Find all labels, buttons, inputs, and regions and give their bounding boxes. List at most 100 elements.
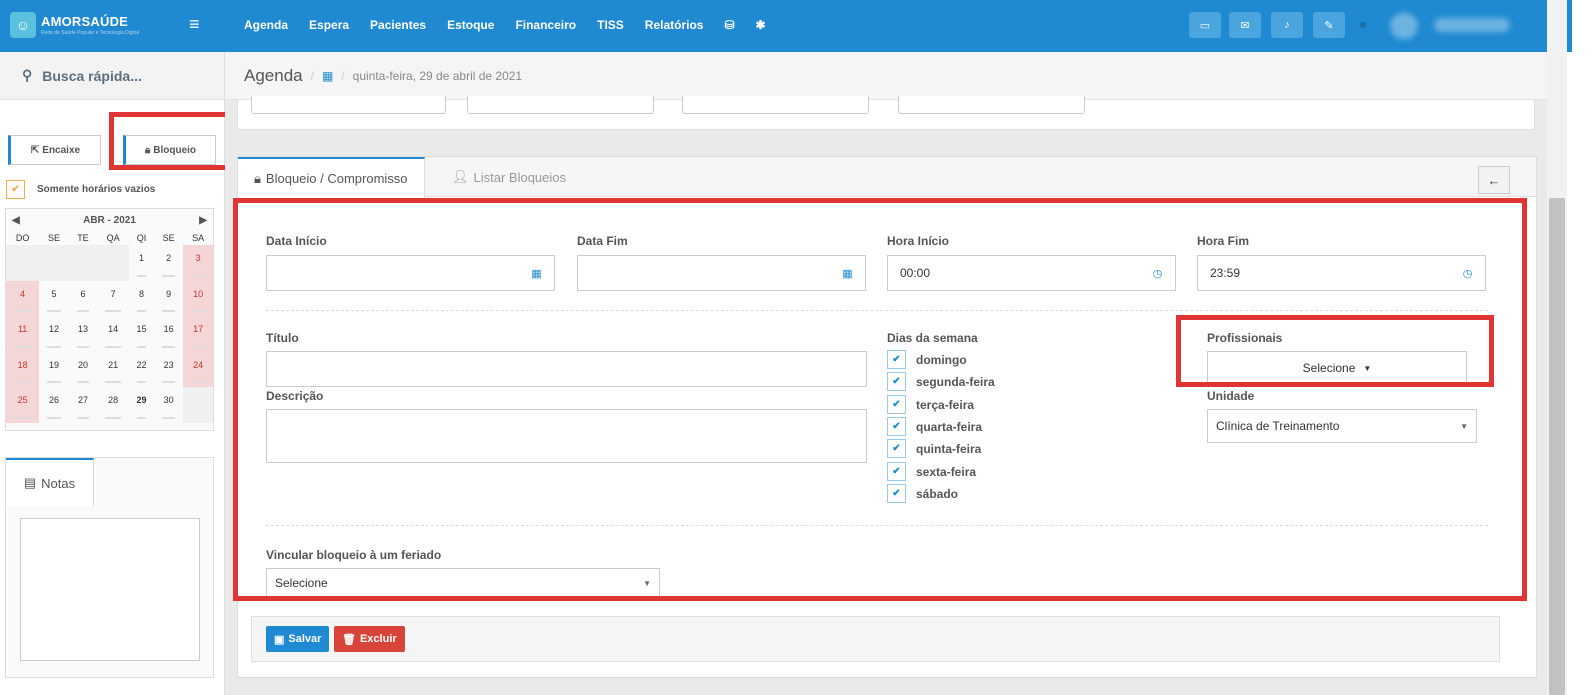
page-title: Agenda — [244, 65, 303, 85]
tab-listar-bloqueios[interactable]: 👤︎ Listar Bloqueios — [436, 157, 582, 197]
calendar-day[interactable]: 23 — [154, 352, 184, 388]
chat-icon[interactable]: ✎ — [1313, 12, 1345, 38]
filter-select-1[interactable] — [251, 96, 446, 114]
breadcrumb-separator: / — [341, 68, 345, 83]
breadcrumb-separator: / — [310, 68, 314, 83]
inbox-icon[interactable]: ▭ — [1189, 12, 1221, 38]
filters-card — [237, 96, 1535, 130]
back-button[interactable]: ← — [1478, 166, 1510, 194]
calendar-day[interactable]: 9 — [154, 281, 184, 317]
calendar-day[interactable]: 1 — [129, 245, 154, 281]
notes-panel: ▤ Notas — [5, 457, 214, 678]
calendar-day[interactable]: 28 — [97, 387, 129, 423]
tab-bloqueio-compromisso[interactable]: 🔒︎ Bloqueio / Compromisso — [238, 157, 425, 198]
nav-financeiro[interactable]: Financeiro — [515, 18, 576, 32]
encaixe-label: Encaixe — [42, 144, 81, 156]
calendar-day[interactable]: 29 — [129, 387, 154, 423]
scrollbar-thumb[interactable] — [1549, 198, 1565, 695]
brand-logo[interactable]: ☺ AMORSAÚDE Rede de Saúde Popular e Tecn… — [10, 12, 139, 38]
nav-pacientes[interactable]: Pacientes — [370, 18, 426, 32]
encaixe-button[interactable]: ⇱ Encaixe — [8, 135, 101, 165]
hamburger-menu-icon[interactable]: ≡ — [189, 15, 200, 33]
search-icon: ⚲ — [22, 67, 33, 83]
floppy-icon: ▣ — [274, 633, 285, 646]
next-month-icon[interactable]: ▶ — [199, 215, 207, 226]
empty-slots-label: Somente horários vazios — [37, 184, 156, 195]
quick-search[interactable]: ⚲ Busca rápida... — [0, 52, 224, 100]
calendar-icon: ▦ — [321, 68, 334, 83]
mail-icon[interactable]: ✉ — [1229, 12, 1261, 38]
calendar-day[interactable]: 7 — [97, 281, 129, 317]
nav-relatorios[interactable]: Relatórios — [645, 18, 704, 32]
breadcrumb: Agenda / ▦ / quinta-feira, 29 de abril d… — [225, 52, 1547, 100]
calendar-day[interactable]: 25 — [6, 387, 40, 423]
calendar-day[interactable]: 2 — [154, 245, 184, 281]
weekday-header: SA — [192, 233, 205, 243]
form-actions: ▣ Salvar 🗑︎ Excluir — [251, 616, 1500, 662]
nav-estoque[interactable]: Estoque — [447, 18, 494, 32]
calendar-day[interactable]: 16 — [154, 316, 184, 352]
calendar-day[interactable]: 5 — [39, 281, 69, 317]
calendar-grid: DO SE TE QA QI SE SA 1 2 3 4 5 6 7 8 9 10 11 12 13 14 15 16 17… — [6, 231, 213, 423]
calendar-header: ◀ ABR - 2021 ▶ — [6, 209, 213, 231]
calendar-day[interactable]: 22 — [129, 352, 154, 388]
calendar-day[interactable]: 3 — [183, 245, 213, 281]
calendar-day[interactable]: 21 — [97, 352, 129, 388]
file-icon: ▤ — [23, 475, 37, 490]
bell-icon[interactable]: ♪ — [1271, 12, 1303, 38]
calendar-day[interactable]: 12 — [39, 316, 69, 352]
status-dot — [1360, 22, 1366, 28]
avatar[interactable] — [1390, 13, 1418, 39]
calendar-day[interactable]: 11 — [6, 316, 40, 352]
save-button[interactable]: ▣ Salvar — [266, 626, 330, 652]
prev-month-icon[interactable]: ◀ — [12, 215, 20, 226]
weekday-header: TE — [77, 233, 89, 243]
logo-icon: ☺ — [10, 12, 36, 38]
delete-button[interactable]: 🗑︎ Excluir — [334, 626, 405, 652]
user-icon: 👤︎ — [452, 169, 469, 184]
filter-select-4[interactable] — [898, 96, 1085, 114]
calendar-day[interactable]: 27 — [69, 387, 97, 423]
empty-slots-checkbox[interactable]: ✔ — [6, 180, 25, 199]
calendar-day[interactable]: 26 — [39, 387, 69, 423]
weekday-header: QI — [136, 233, 147, 243]
filter-select-3[interactable] — [682, 96, 869, 114]
calendar-day[interactable]: 18 — [6, 351, 40, 387]
brand-name: AMORSAÚDE — [41, 14, 129, 29]
calendar-day[interactable]: 4 — [6, 280, 40, 316]
nav-espera[interactable]: Espera — [309, 18, 349, 32]
nav-tiss[interactable]: TISS — [597, 18, 624, 32]
mini-calendar: ◀ ABR - 2021 ▶ DO SE TE QA QI SE SA 1234567891… — [5, 208, 214, 431]
highlight-bloqueio — [109, 112, 230, 170]
user-name-blurred[interactable] — [1434, 18, 1510, 32]
calendar-day[interactable]: 13 — [69, 316, 97, 352]
breadcrumb-date: quinta-feira, 29 de abril de 2021 — [352, 68, 523, 83]
calendar-day[interactable]: 6 — [69, 281, 97, 317]
calendar-empty-cell — [68, 245, 98, 281]
notes-textarea[interactable] — [20, 518, 200, 661]
calendar-empty-cell — [6, 245, 40, 281]
calendar-day[interactable]: 30 — [154, 387, 184, 423]
gear-icon[interactable]: ✱ — [756, 18, 766, 32]
main-nav: Agenda Espera Pacientes Estoque Financei… — [244, 18, 787, 32]
weekday-header: DO — [15, 233, 30, 243]
sidebar: ⚲ Busca rápida... ⇱ Encaixe 🔒︎ Bloqueio … — [0, 52, 230, 695]
notes-tab[interactable]: ▤ Notas — [6, 458, 94, 506]
highlight-profissionais — [1176, 315, 1494, 387]
calendar-day[interactable]: 20 — [69, 352, 97, 388]
calendar-day[interactable]: 17 — [183, 316, 213, 352]
calendar-day[interactable]: 14 — [97, 316, 129, 352]
nav-agenda[interactable]: Agenda — [244, 18, 288, 32]
calendar-day[interactable]: 19 — [39, 352, 69, 388]
calendar-day[interactable]: 10 — [183, 280, 213, 316]
panel-tabs: 🔒︎ Bloqueio / Compromisso 👤︎ Listar Bloq… — [238, 157, 1536, 198]
delete-label: Excluir — [359, 633, 397, 645]
empty-slots-toggle[interactable]: ✔ Somente horários vazios — [6, 180, 155, 199]
quick-search-label: Busca rápida... — [42, 67, 142, 84]
calendar-empty-cell — [183, 387, 213, 423]
calendar-day[interactable]: 15 — [129, 316, 154, 352]
calendar-day[interactable]: 8 — [129, 281, 154, 317]
database-icon[interactable]: ⛁ — [724, 18, 734, 32]
filter-select-2[interactable] — [467, 96, 654, 114]
calendar-day[interactable]: 24 — [183, 351, 213, 387]
